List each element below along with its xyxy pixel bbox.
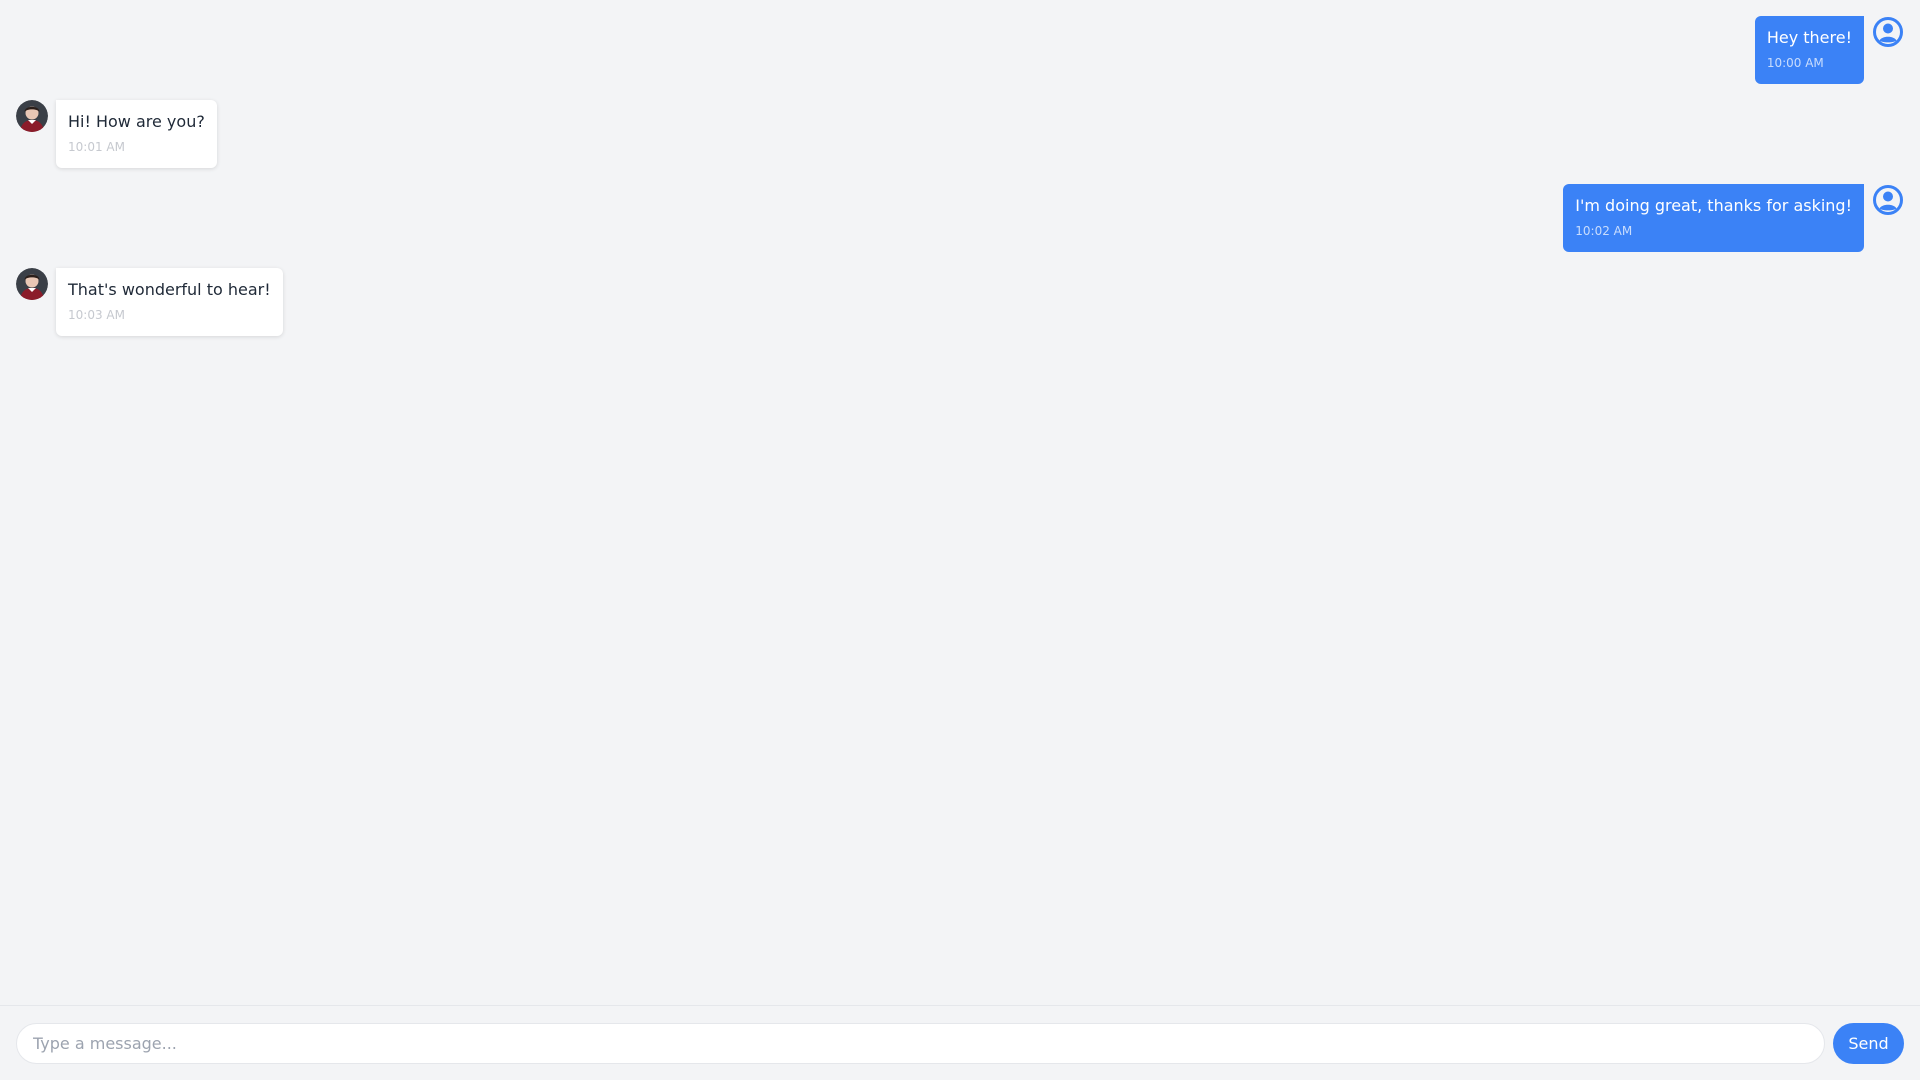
user-circle-icon: [1873, 17, 1903, 47]
message-row-sent: Hey there! 10:00 AM: [16, 16, 1904, 84]
message-text: Hey there!: [1766, 28, 1852, 47]
message-input[interactable]: [16, 1022, 1825, 1064]
message-row-received: Hi! How are you? 10:01 AM: [16, 100, 1904, 168]
message-composer: Send: [0, 1005, 1920, 1080]
message-timestamp: 10:02 AM: [1575, 224, 1633, 238]
chat-app: Hey there! 10:00 AM Hi! How are you? 10:…: [0, 0, 1920, 1080]
message-row-sent: I'm doing great, thanks for asking! 10:0…: [16, 184, 1904, 252]
message-timestamp: 10:01 AM: [68, 140, 125, 154]
contact-avatar: [16, 268, 48, 300]
message-text: Hi! How are you?: [68, 112, 205, 131]
message-timestamp: 10:03 AM: [68, 308, 125, 322]
received-message-bubble: That's wonderful to hear! 10:03 AM: [56, 268, 283, 336]
message-text: I'm doing great, thanks for asking!: [1575, 196, 1852, 215]
send-button[interactable]: Send: [1833, 1022, 1904, 1064]
user-circle-icon: [1873, 185, 1903, 215]
message-timestamp: 10:00 AM: [1766, 56, 1824, 70]
sent-message-bubble: Hey there! 10:00 AM: [1754, 16, 1864, 84]
message-text: That's wonderful to hear!: [68, 280, 271, 299]
contact-avatar: [16, 100, 48, 132]
received-message-bubble: Hi! How are you? 10:01 AM: [56, 100, 217, 168]
message-list[interactable]: Hey there! 10:00 AM Hi! How are you? 10:…: [0, 0, 1920, 1005]
message-row-received: That's wonderful to hear! 10:03 AM: [16, 268, 1904, 336]
sent-message-bubble: I'm doing great, thanks for asking! 10:0…: [1563, 184, 1864, 252]
